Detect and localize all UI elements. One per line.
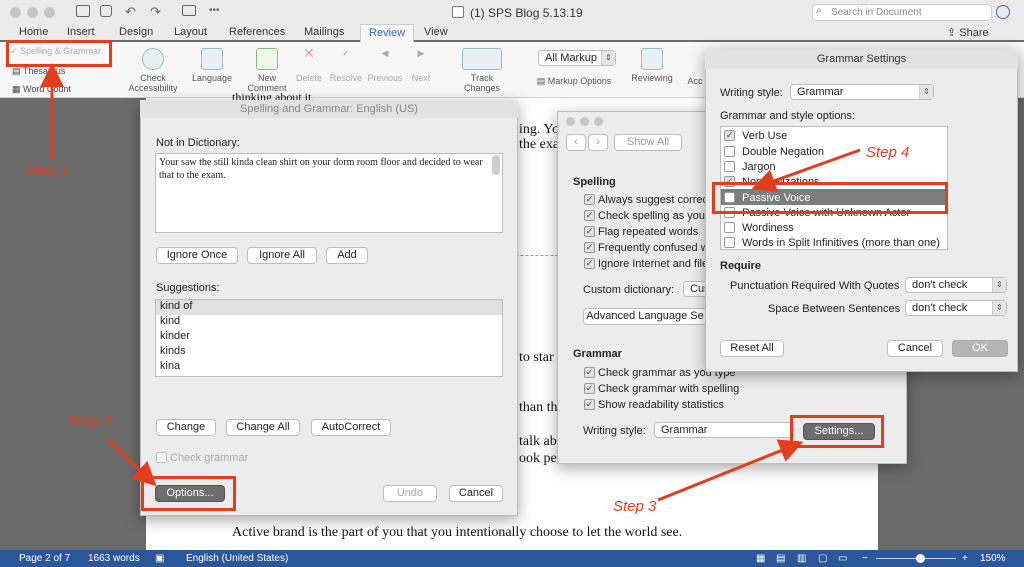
annotation-arrows <box>40 63 861 502</box>
step2-arrow <box>106 438 157 487</box>
step4-arrow <box>751 148 861 193</box>
step3-arrow <box>657 439 804 502</box>
